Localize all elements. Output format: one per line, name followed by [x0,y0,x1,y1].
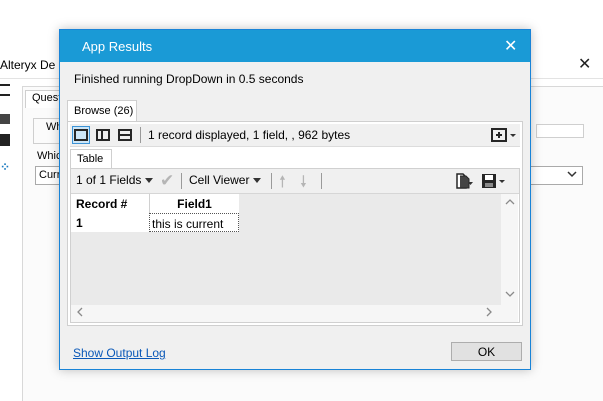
split-horizontal-button[interactable] [116,126,134,144]
scroll-left-icon[interactable] [76,307,84,317]
table-toolbar: 1 of 1 Fields ✔ Cell Viewer 🠕 🠗 [71,169,519,194]
single-view-button[interactable] [72,126,90,144]
fields-dropdown[interactable]: 1 of 1 Fields [76,173,154,187]
toolbar-divider [321,173,322,189]
dialog-title: App Results [82,39,153,54]
check-icon[interactable]: ✔ [160,171,174,191]
add-window-button[interactable] [490,127,518,143]
fields-dropdown-label: 1 of 1 Fields [76,173,142,187]
record-number-cell[interactable]: 1 [71,213,149,232]
tab-browse[interactable]: Browse (26) [67,100,137,122]
show-output-log-link[interactable]: Show Output Log [73,346,166,360]
single-pane-icon [74,129,88,141]
close-icon[interactable]: ✕ [504,36,517,56]
split-horizontal-icon [118,129,132,141]
horizontal-scrollbar[interactable] [71,305,518,322]
scroll-right-icon[interactable] [485,307,493,317]
split-vertical-icon [96,129,110,141]
vertical-scrollbar[interactable] [501,194,518,305]
scroll-up-icon[interactable] [505,198,515,206]
ok-button[interactable]: OK [451,342,522,361]
toolbar-divider [271,173,272,189]
tab-table[interactable]: Table [70,149,112,169]
run-status-text: Finished running DropDown in 0.5 seconds [74,72,304,86]
background-text-input[interactable] [536,124,584,138]
form-tool-icon[interactable] [0,114,10,124]
background-close-icon[interactable]: ✕ [578,54,591,74]
toolbar-divider [181,173,182,189]
chevron-down-icon [567,171,577,178]
data-grid[interactable]: Record # Field1 1 this is current [71,194,501,305]
dots-tool-icon[interactable]: ⁘ [0,160,10,174]
list-tool-icon[interactable] [0,84,10,96]
browse-toolbar: 1 record displayed, 1 field, , 962 bytes [70,124,520,147]
toolbar-divider [140,127,141,143]
browse-panel: 1 record displayed, 1 field, , 962 bytes… [67,121,523,326]
record-summary: 1 record displayed, 1 field, , 962 bytes [148,128,351,142]
background-window-title: Alteryx De [0,58,56,72]
split-vertical-button[interactable] [94,126,112,144]
save-button[interactable] [481,173,507,189]
document-icon [456,173,473,189]
column-header-field1[interactable]: Field1 [149,194,239,213]
column-header-record[interactable]: Record # [71,194,149,213]
app-results-dialog: App Results ✕ Finished running DropDown … [59,29,531,370]
add-window-icon [491,128,516,142]
fields-caret-icon [145,178,154,184]
cell-viewer-dropdown[interactable]: Cell Viewer [189,173,262,187]
cell-viewer-caret-icon [253,178,262,184]
cell-viewer-label: Cell Viewer [189,173,250,187]
table-area: 1 of 1 Fields ✔ Cell Viewer 🠕 🠗 Record #… [70,168,520,323]
background-field-label: Whic [37,150,62,162]
copy-document-button[interactable] [456,173,473,189]
save-icon [482,174,505,188]
scroll-down-icon[interactable] [505,290,515,298]
field1-cell[interactable]: this is current [149,213,239,232]
background-tool-rail: ⁘ [0,80,12,180]
save-tool-icon[interactable] [0,134,10,146]
dialog-titlebar: App Results ✕ [60,30,530,62]
